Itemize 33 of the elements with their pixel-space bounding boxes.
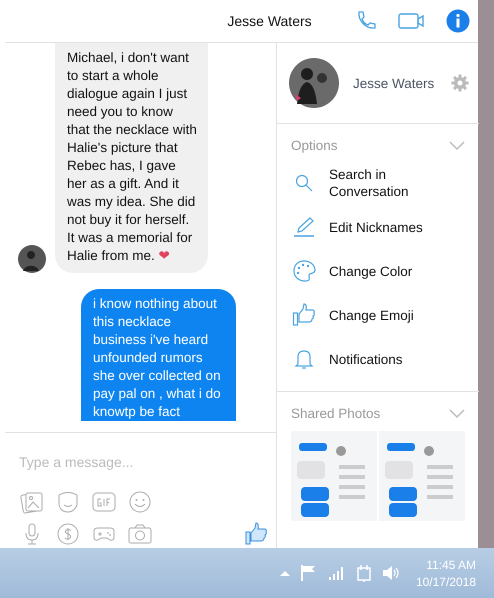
signal-icon[interactable] [328, 565, 346, 581]
bell-icon [294, 348, 314, 370]
option-item[interactable]: Search in Conversation [291, 163, 465, 203]
clock-time: 11:45 AM [426, 558, 476, 572]
video-camera-icon[interactable] [398, 11, 426, 31]
chevron-down-icon[interactable] [449, 408, 465, 418]
profile-name: Jesse Waters [353, 76, 436, 90]
palette-icon [292, 259, 316, 283]
info-icon[interactable] [446, 9, 470, 33]
message-bubble: Michael, i don't want to start a whole dialogue again I just need you to know that the necklace with Halie's picture that Rebec has, I gave her as a gift. And it was my idea. She did not buy it for herself. It was a memorial for Halie from me. ❤ [55, 43, 208, 273]
speaker-icon[interactable] [382, 565, 400, 581]
power-plug-icon[interactable] [356, 564, 372, 582]
option-item[interactable]: Notifications [291, 339, 465, 379]
settings-icon[interactable] [451, 74, 469, 92]
option-item[interactable]: Change Color [291, 251, 465, 291]
flag-icon[interactable] [300, 564, 318, 582]
section-title: Options [291, 138, 338, 153]
section-title: Shared Photos [291, 406, 380, 421]
up-arrow-icon[interactable] [280, 570, 290, 576]
dollar-icon[interactable] [55, 521, 81, 547]
option-item[interactable]: Edit Nicknames [291, 207, 465, 247]
message-bubble: i know nothing about this necklace business i've heard unfounded rumors she over collected on pay pal on , what i do knowtp be fact [81, 289, 236, 421]
thumbs-up-icon [292, 303, 316, 327]
window-title: Jesse Waters [226, 13, 313, 29]
avatar [18, 245, 46, 273]
pencil-icon [293, 216, 315, 238]
thumbs-up-icon[interactable] [244, 522, 268, 546]
search-icon [294, 173, 314, 193]
clock-date: 10/17/2018 [416, 574, 476, 588]
option-item[interactable]: Change Emoji [291, 295, 465, 335]
smiley-icon[interactable] [127, 489, 153, 515]
profile-avatar [289, 58, 339, 108]
chevron-down-icon[interactable] [449, 140, 465, 150]
